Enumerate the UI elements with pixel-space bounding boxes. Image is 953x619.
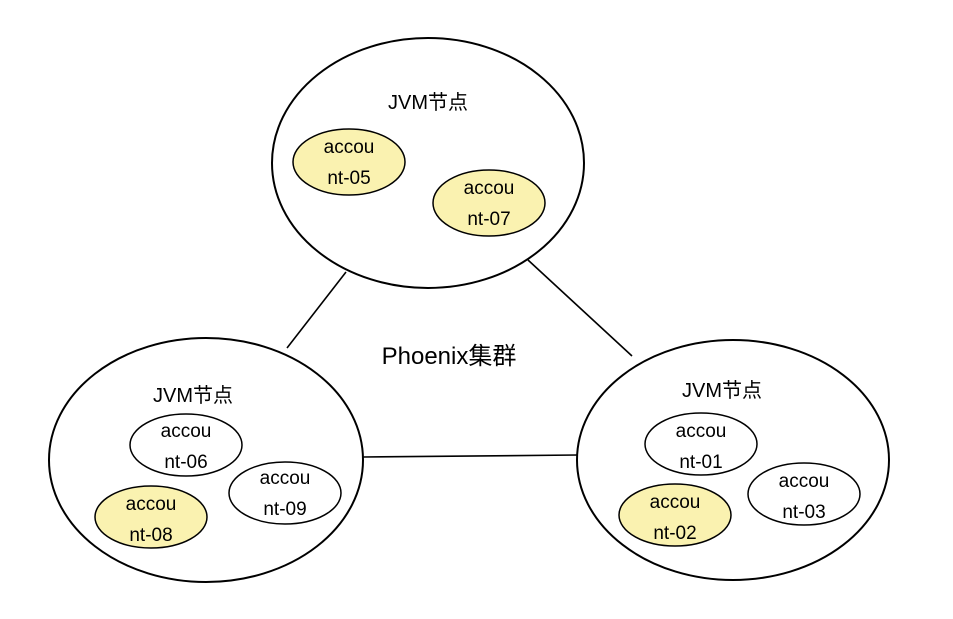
account-label-line2: nt-03 [782,502,825,523]
edge-top-right [527,259,633,357]
account-label-line2: nt-01 [679,452,722,473]
cluster-label: Phoenix集群 [382,343,517,370]
jvm-node-left: JVM节点 accou nt-06 accou nt-09 accou nt-0… [48,337,364,583]
account-bubble-07: accou nt-07 [432,169,546,237]
account-label-line2: nt-05 [327,168,370,189]
account-label-line2: nt-02 [653,523,696,544]
account-label-line1: accou [779,471,830,492]
account-label-line1: accou [126,494,177,515]
jvm-node-title: JVM节点 [388,91,468,114]
jvm-node-right: JVM节点 accou nt-01 accou nt-03 accou nt-0… [576,339,890,581]
account-label-line1: accou [650,492,701,513]
jvm-node-title: JVM节点 [153,384,233,407]
account-bubble-05: accou nt-05 [292,128,406,196]
account-label-line1: accou [324,137,375,158]
account-label-line1: accou [464,178,515,199]
edge-top-left [286,271,347,349]
account-label-line2: nt-07 [467,209,510,230]
cluster-diagram: JVM节点 accou nt-05 accou nt-07 JVM节点 acco… [48,37,890,583]
account-label-line2: nt-06 [164,452,207,473]
account-label-line2: nt-09 [263,499,306,520]
account-label-line1: accou [260,468,311,489]
account-label-line1: accou [161,421,212,442]
account-bubble-03: accou nt-03 [747,462,861,526]
jvm-node-title: JVM节点 [682,379,762,402]
account-bubble-09: accou nt-09 [228,461,342,525]
account-bubble-02: accou nt-02 [618,483,732,547]
account-bubble-06: accou nt-06 [129,413,243,477]
edge-left-right [362,454,579,458]
account-label-line1: accou [676,421,727,442]
jvm-node-top: JVM节点 accou nt-05 accou nt-07 [271,37,585,289]
account-bubble-01: accou nt-01 [644,412,758,476]
account-label-line2: nt-08 [129,525,172,546]
account-bubble-08: accou nt-08 [94,485,208,549]
